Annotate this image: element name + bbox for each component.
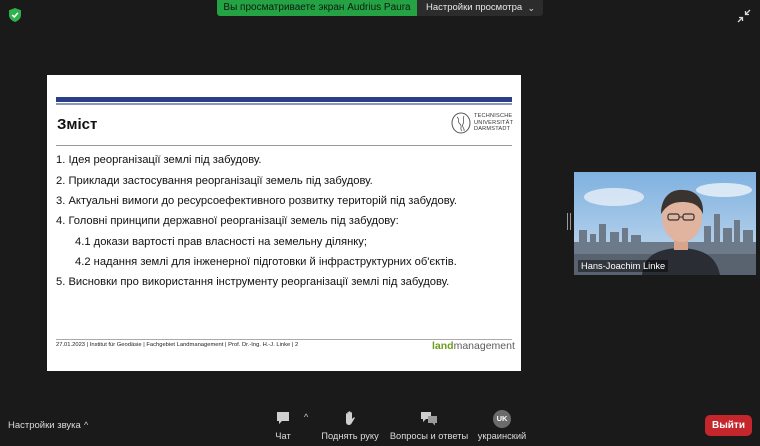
participant-video[interactable]: Hans-Joachim Linke: [574, 172, 756, 275]
slide-stripe-thin: [56, 103, 512, 105]
slide-stripe: [56, 97, 512, 102]
audio-settings-label: Настройки звука: [8, 420, 81, 431]
qa-label: Вопросы и ответы: [389, 431, 469, 441]
chat-button[interactable]: Чат: [266, 410, 300, 441]
chat-bubble-icon: [277, 412, 289, 424]
view-options-label: Настройки просмотра: [426, 2, 523, 13]
raise-hand-icon: [346, 411, 355, 425]
slide-list-item: 1. Ідея реорганізації землі під забудову…: [56, 154, 262, 166]
participant-name: Hans-Joachim Linke: [578, 260, 669, 272]
audio-settings-button[interactable]: Настройки звука: [8, 420, 81, 431]
exit-fullscreen-icon[interactable]: [737, 9, 751, 23]
slide-heading: Зміст: [57, 116, 98, 133]
view-options-dropdown[interactable]: Настройки просмотра ⌄: [417, 0, 543, 16]
panel-resize-handle[interactable]: [567, 213, 571, 230]
university-seal-icon: [451, 112, 471, 134]
slide-footer: 27.01.2023 | Institut für Geodäsie | Fac…: [56, 342, 299, 348]
university-name: TECHNISCHE UNIVERSITÄT DARMSTADT: [474, 113, 513, 133]
language-label: украинский: [477, 431, 527, 441]
raise-hand-button[interactable]: Поднять руку: [321, 410, 379, 441]
interpretation-button[interactable]: UK украинский: [478, 410, 526, 441]
shield-check-icon[interactable]: [9, 8, 21, 22]
chevron-up-icon[interactable]: ^: [304, 412, 308, 422]
chat-label: Чат: [275, 431, 291, 441]
university-name-line: UNIVERSITÄT: [474, 119, 514, 126]
chevron-down-icon: ⌄: [527, 3, 535, 13]
language-badge: UK: [493, 410, 511, 428]
chevron-up-icon[interactable]: ^: [84, 420, 88, 430]
slide-list-subitem: 4.2 надання землі для інженерної підгото…: [75, 256, 457, 268]
university-name-line: TECHNISCHE: [474, 113, 513, 119]
screen-share-banner: Вы просматриваете экран Audrius Paura: [217, 0, 417, 16]
qa-button[interactable]: Вопросы и ответы: [390, 410, 468, 441]
leave-button[interactable]: Выйти: [705, 415, 752, 436]
slide-list-item: 5. Висновки про використання інструменту…: [56, 276, 450, 288]
slide-list-item: 2. Приклади застосування реорганізації з…: [56, 175, 373, 187]
landmanagement-logo: landmanagement: [432, 340, 515, 352]
heading-divider: [56, 145, 512, 146]
brand-part-2: management: [453, 340, 515, 352]
university-name-line: DARMSTADT: [474, 126, 511, 133]
slide-list-subitem: 4.1 докази вартості прав власності на зе…: [75, 236, 367, 248]
meeting-window: Вы просматриваете экран Audrius Paura На…: [0, 0, 760, 446]
slide-list-item: 3. Актуальні вимоги до ресурсоефективног…: [56, 195, 458, 207]
raise-hand-label: Поднять руку: [321, 431, 379, 441]
slide-list-item: 4. Головні принципи державної реорганіза…: [56, 215, 399, 227]
qa-bubbles-icon: [421, 412, 437, 426]
shared-screen-slide: Зміст TECHNISCHE UNIVERSITÄT DARMSTADT 1…: [47, 75, 521, 371]
brand-part-1: land: [432, 340, 454, 352]
